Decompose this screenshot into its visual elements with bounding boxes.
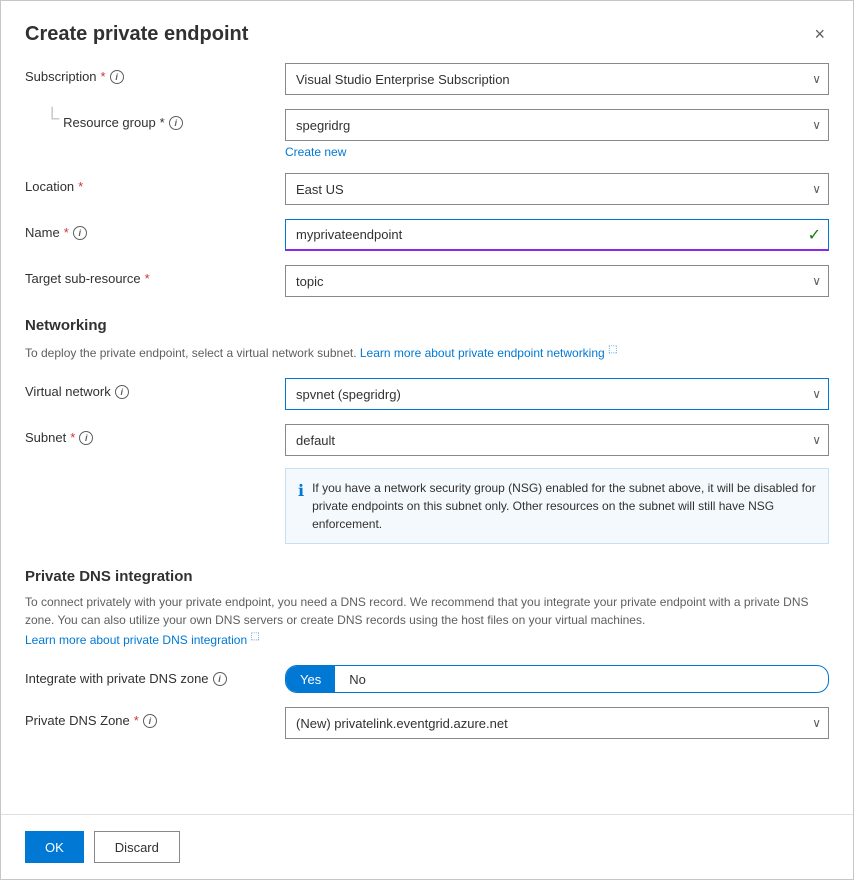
virtual-network-label: Virtual network i bbox=[25, 378, 285, 399]
subscription-select[interactable]: Visual Studio Enterprise Subscription bbox=[285, 63, 829, 95]
subnet-control: default ∨ bbox=[285, 424, 829, 456]
close-button[interactable]: × bbox=[810, 21, 829, 47]
target-sub-resource-label: Target sub-resource * bbox=[25, 265, 285, 286]
target-required: * bbox=[145, 271, 150, 286]
name-input-wrapper: ✓ bbox=[285, 219, 829, 251]
location-select[interactable]: East US bbox=[285, 173, 829, 205]
nsg-info-container: ℹ If you have a network security group (… bbox=[25, 462, 829, 544]
subnet-info-icon[interactable]: i bbox=[79, 431, 93, 445]
name-required: * bbox=[64, 225, 69, 240]
subnet-select-wrapper: default ∨ bbox=[285, 424, 829, 456]
virtual-network-select[interactable]: spvnet (spegridrg) bbox=[285, 378, 829, 410]
virtual-network-row: Virtual network i spvnet (spegridrg) ∨ bbox=[25, 378, 829, 410]
name-control: ✓ bbox=[285, 219, 829, 251]
name-label: Name * i bbox=[25, 219, 285, 240]
subscription-required: * bbox=[101, 69, 106, 84]
location-label: Location * bbox=[25, 173, 285, 194]
ok-button[interactable]: OK bbox=[25, 831, 84, 863]
dialog-header: Create private endpoint × bbox=[1, 1, 853, 63]
resource-group-control: spegridrg ∨ Create new bbox=[285, 109, 829, 159]
subnet-select[interactable]: default bbox=[285, 424, 829, 456]
integrate-dns-row: Integrate with private DNS zone i Yes No bbox=[25, 665, 829, 693]
subscription-select-wrapper: Visual Studio Enterprise Subscription ∨ bbox=[285, 63, 829, 95]
discard-button[interactable]: Discard bbox=[94, 831, 180, 863]
private-dns-zone-label: Private DNS Zone * i bbox=[25, 707, 285, 728]
dns-toggle[interactable]: Yes No bbox=[285, 665, 829, 693]
networking-section-title: Networking bbox=[25, 317, 829, 334]
resource-group-label: Resource group bbox=[63, 115, 156, 130]
create-new-link[interactable]: Create new bbox=[285, 145, 346, 159]
create-private-endpoint-dialog: Create private endpoint × Subscription *… bbox=[0, 0, 854, 880]
private-dns-learn-more-link[interactable]: Learn more about private DNS integration… bbox=[25, 633, 260, 647]
subscription-control: Visual Studio Enterprise Subscription ∨ bbox=[285, 63, 829, 95]
resource-group-section: └ Resource group * i spegridrg ∨ Create … bbox=[25, 109, 829, 159]
private-dns-section-title: Private DNS integration bbox=[25, 568, 829, 585]
target-sub-resource-row: Target sub-resource * topic ∨ bbox=[25, 265, 829, 297]
resource-group-required: * bbox=[160, 115, 165, 130]
integrate-dns-label: Integrate with private DNS zone i bbox=[25, 665, 285, 686]
toggle-no-option[interactable]: No bbox=[335, 666, 380, 692]
target-sub-resource-select[interactable]: topic bbox=[285, 265, 829, 297]
name-info-icon[interactable]: i bbox=[73, 226, 87, 240]
dialog-title: Create private endpoint bbox=[25, 23, 248, 46]
integrate-dns-info-icon[interactable]: i bbox=[213, 672, 227, 686]
name-input[interactable] bbox=[285, 219, 829, 251]
subnet-row-inner: Subnet * i default ∨ bbox=[25, 424, 829, 456]
location-row: Location * East US ∨ bbox=[25, 173, 829, 205]
dns-zone-select-wrapper: (New) privatelink.eventgrid.azure.net ∨ bbox=[285, 707, 829, 739]
subnet-row: Subnet * i default ∨ ℹ If you bbox=[25, 424, 829, 544]
name-check-icon: ✓ bbox=[808, 225, 821, 245]
resource-group-label-container: └ Resource group * i bbox=[25, 109, 285, 130]
nsg-info-box: ℹ If you have a network security group (… bbox=[285, 468, 829, 544]
virtual-network-info-icon[interactable]: i bbox=[115, 385, 129, 399]
dialog-footer: OK Discard bbox=[1, 814, 853, 879]
target-select-wrapper: topic ∨ bbox=[285, 265, 829, 297]
dns-zone-select[interactable]: (New) privatelink.eventgrid.azure.net bbox=[285, 707, 829, 739]
nsg-info-text: If you have a network security group (NS… bbox=[312, 479, 816, 533]
location-required: * bbox=[78, 179, 83, 194]
dialog-body: Subscription * i Visual Studio Enterpris… bbox=[1, 63, 853, 814]
virtual-network-control: spvnet (spegridrg) ∨ bbox=[285, 378, 829, 410]
external-link-icon-networking: ⬚ bbox=[608, 344, 617, 355]
external-link-icon-dns: ⬚ bbox=[250, 631, 259, 642]
resource-group-info-icon[interactable]: i bbox=[169, 116, 183, 130]
subscription-info-icon[interactable]: i bbox=[110, 70, 124, 84]
location-select-wrapper: East US ∨ bbox=[285, 173, 829, 205]
dns-zone-info-icon[interactable]: i bbox=[143, 714, 157, 728]
subnet-required: * bbox=[70, 430, 75, 445]
location-control: East US ∨ bbox=[285, 173, 829, 205]
private-dns-zone-row: Private DNS Zone * i (New) privatelink.e… bbox=[25, 707, 829, 739]
virtual-network-select-wrapper: spvnet (spegridrg) ∨ bbox=[285, 378, 829, 410]
networking-description: To deploy the private endpoint, select a… bbox=[25, 342, 829, 362]
resource-group-select-wrapper: spegridrg ∨ bbox=[285, 109, 829, 141]
nsg-info-circle-icon: ℹ bbox=[298, 480, 304, 504]
subscription-label: Subscription * i bbox=[25, 63, 285, 84]
resource-group-select[interactable]: spegridrg bbox=[285, 109, 829, 141]
subnet-label: Subnet * i bbox=[25, 424, 285, 445]
subscription-row: Subscription * i Visual Studio Enterpris… bbox=[25, 63, 829, 95]
private-dns-description: To connect privately with your private e… bbox=[25, 593, 829, 649]
networking-learn-more-link[interactable]: Learn more about private endpoint networ… bbox=[360, 346, 618, 360]
integrate-dns-control: Yes No bbox=[285, 665, 829, 693]
private-dns-zone-control: (New) privatelink.eventgrid.azure.net ∨ bbox=[285, 707, 829, 739]
toggle-yes-option[interactable]: Yes bbox=[286, 666, 335, 692]
target-sub-resource-control: topic ∨ bbox=[285, 265, 829, 297]
name-row: Name * i ✓ bbox=[25, 219, 829, 251]
dns-zone-required: * bbox=[134, 713, 139, 728]
